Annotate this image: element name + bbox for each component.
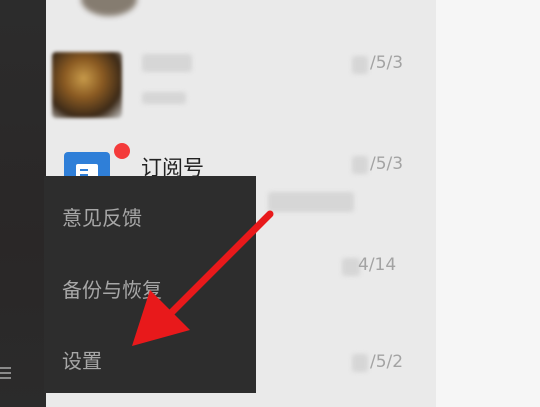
- annotation-arrow: [132, 210, 274, 346]
